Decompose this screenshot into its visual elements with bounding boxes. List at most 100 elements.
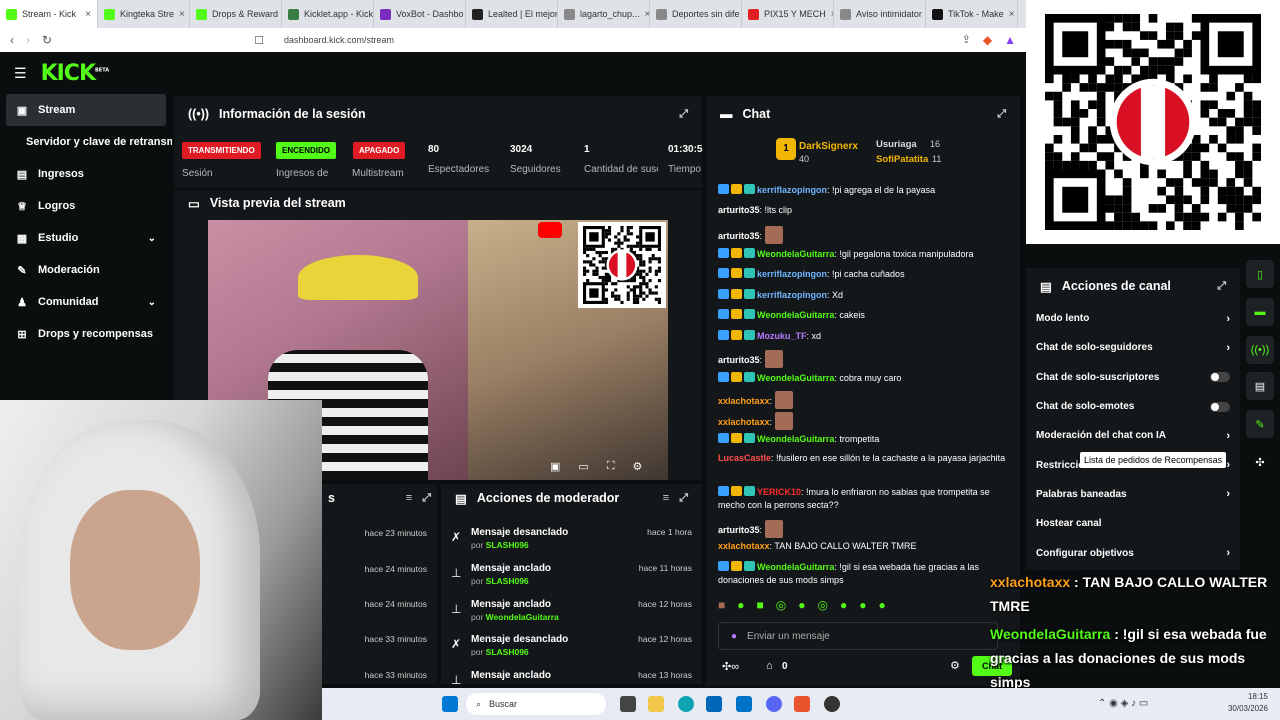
chat-username[interactable]: Mozuku_TF [757, 331, 807, 341]
emote-icon[interactable]: ◎ [776, 598, 786, 612]
mod-user[interactable]: SLASH096 [486, 540, 529, 550]
emote-icon[interactable]: ● [878, 598, 885, 612]
toggle-switch[interactable] [1210, 401, 1230, 412]
store-icon[interactable] [706, 696, 722, 712]
expand-icon[interactable]: ⤢ [422, 492, 431, 505]
chat-username[interactable]: kerriflazopingon [757, 185, 827, 195]
emote-icon[interactable]: ● [859, 598, 866, 612]
emote-icon[interactable]: ● [840, 598, 847, 612]
gift-icon[interactable]: ⌂ [766, 660, 773, 672]
back-icon[interactable]: ‹ [10, 33, 14, 47]
rail-wrench-icon[interactable]: ✎ [1246, 410, 1274, 438]
browser-tab[interactable]: Stream - Kick × [0, 0, 98, 28]
channel-action-row[interactable]: Moderación del chat con IA › [1026, 421, 1240, 450]
file-explorer-icon[interactable] [648, 696, 664, 712]
rail-broadcast-icon[interactable]: ((•)) [1246, 336, 1274, 364]
mod-user[interactable]: WeondelaGuitarra [486, 612, 559, 622]
edge-icon[interactable] [678, 696, 694, 712]
windows-start-icon[interactable] [442, 696, 458, 712]
channel-action-row[interactable]: Chat de solo-seguidores › [1026, 333, 1240, 362]
leader-name[interactable]: DarkSignerx [799, 141, 858, 152]
fullscreen-icon[interactable]: ⛶ [607, 460, 615, 473]
browser-tab[interactable]: Lealted | El mejor× [466, 0, 558, 28]
sidebar-item-stream[interactable]: ▣ Stream [6, 94, 166, 126]
chat-username[interactable]: WeondelaGuitarra [757, 310, 834, 320]
close-icon[interactable]: × [85, 9, 91, 20]
task-view-icon[interactable] [620, 696, 636, 712]
sidebar-item-ingresos[interactable]: ▤ Ingresos [0, 158, 172, 190]
chat-username[interactable]: kerriflazopingon [757, 269, 827, 279]
chat-username[interactable]: arturito35 [718, 525, 760, 535]
browser-tab[interactable]: PIX15 Y MECH× [742, 0, 834, 28]
settings-icon[interactable]: ⚙ [633, 460, 643, 473]
channel-action-row[interactable]: Chat de solo-suscriptores [1026, 363, 1240, 392]
chat-username[interactable]: kerriflazopingon [757, 290, 827, 300]
close-icon[interactable]: × [1009, 9, 1015, 20]
filter-icon[interactable]: ≡ [406, 492, 412, 504]
leader-name[interactable]: Usuriaga [876, 139, 917, 150]
expand-icon[interactable]: ⤢ [997, 108, 1006, 121]
emote-icon[interactable]: ◎ [817, 598, 827, 612]
sidebar-item-drops[interactable]: ⊞ Drops y recompensas [0, 318, 172, 350]
filter-icon[interactable]: ≡ [663, 492, 669, 504]
menu-icon[interactable]: ☰ [14, 65, 27, 82]
bookmark-icon[interactable]: ☐ [254, 34, 264, 47]
url-text[interactable]: dashboard.kick.com/stream [284, 35, 394, 45]
sidebar-item-estudio[interactable]: ▦ Estudio ⌄ [0, 222, 172, 254]
chat-username[interactable]: xxlachotaxx [718, 541, 770, 551]
chat-input[interactable]: ● Enviar un mensaje [718, 622, 998, 650]
rail-list-icon[interactable]: ▤ [1246, 372, 1274, 400]
reload-icon[interactable]: ↻ [42, 33, 52, 47]
sidebar-item-moderacion[interactable]: ✎ Moderación [0, 254, 172, 286]
share-icon[interactable]: ⇪ [962, 33, 971, 47]
chat-username[interactable]: arturito35 [718, 355, 760, 365]
chat-settings-icon[interactable]: ⚙ [950, 659, 960, 672]
forward-icon[interactable]: › [26, 33, 30, 47]
mic-icon[interactable]: ● [731, 631, 737, 642]
leader-name[interactable]: SofiPatatita [876, 154, 928, 165]
channel-action-row[interactable]: Configurar objetivos › [1026, 538, 1240, 567]
chat-username[interactable]: arturito35 [718, 231, 760, 241]
browser-tab[interactable]: Kicklet.app - Kick× [282, 0, 374, 28]
browser-tab[interactable]: Kingteka Stre × [98, 0, 190, 28]
chat-username[interactable]: WeondelaGuitarra [757, 249, 834, 259]
outlook-icon[interactable] [736, 696, 752, 712]
brave-shield-icon[interactable]: ◆ [983, 33, 992, 47]
chat-username[interactable]: xxlachotaxx [718, 396, 770, 406]
taskbar-search[interactable]: ⌕ Buscar [466, 693, 606, 715]
rail-chat-icon[interactable]: ▬ [1246, 298, 1274, 326]
toggle-switch[interactable] [1210, 372, 1230, 383]
channel-action-row[interactable]: Modo lento › [1026, 304, 1240, 333]
sidebar-item-server-key[interactable]: Servidor y clave de retransmisión [0, 126, 172, 158]
chat-username[interactable]: WeondelaGuitarra [757, 562, 834, 572]
discord-icon[interactable] [766, 696, 782, 712]
chat-username[interactable]: xxlachotaxx [718, 417, 770, 427]
chat-username[interactable]: LucasCastle [718, 453, 771, 463]
mod-user[interactable]: SLASH096 [486, 576, 529, 586]
emote-icon[interactable]: ■ [757, 598, 764, 612]
emote-icon[interactable]: ● [737, 598, 744, 612]
browser-tab[interactable]: Drops & Reward× [190, 0, 282, 28]
emote-icon[interactable]: ● [798, 598, 805, 612]
expand-icon[interactable]: ⤢ [679, 108, 688, 121]
kick-logo[interactable]: KICKBETA [41, 61, 110, 86]
brave-icon[interactable] [794, 696, 810, 712]
rail-page-icon[interactable]: ▯ [1246, 260, 1274, 288]
browser-tab[interactable]: Deportes sin dife× [650, 0, 742, 28]
tray-icons[interactable]: ⌃ ◉ ◈ ♪ ▭ [1098, 698, 1148, 709]
browser-tab[interactable]: TikTok - Make × [926, 0, 1018, 28]
theater-icon[interactable]: ▭ [578, 460, 588, 473]
channel-action-row[interactable]: Chat de solo-emotes [1026, 392, 1240, 421]
emote-icon[interactable]: ■ [718, 598, 725, 612]
chat-username[interactable]: YERICK10 [757, 487, 801, 497]
chat-username[interactable]: WeondelaGuitarra [757, 373, 834, 383]
chat-username[interactable]: WeondelaGuitarra [757, 434, 834, 444]
channel-action-row[interactable]: Hostear canal [1026, 509, 1240, 538]
channel-action-row[interactable]: Palabras baneadas › [1026, 480, 1240, 509]
expand-icon[interactable]: ⤢ [1217, 280, 1226, 293]
close-icon[interactable]: × [179, 9, 185, 20]
sidebar-item-logros[interactable]: ♕ Logros [0, 190, 172, 222]
points-icon[interactable]: ✣∞ [722, 660, 739, 673]
chat-username[interactable]: arturito35 [718, 205, 760, 215]
browser-tab[interactable]: lagarto_chup... × [558, 0, 650, 28]
